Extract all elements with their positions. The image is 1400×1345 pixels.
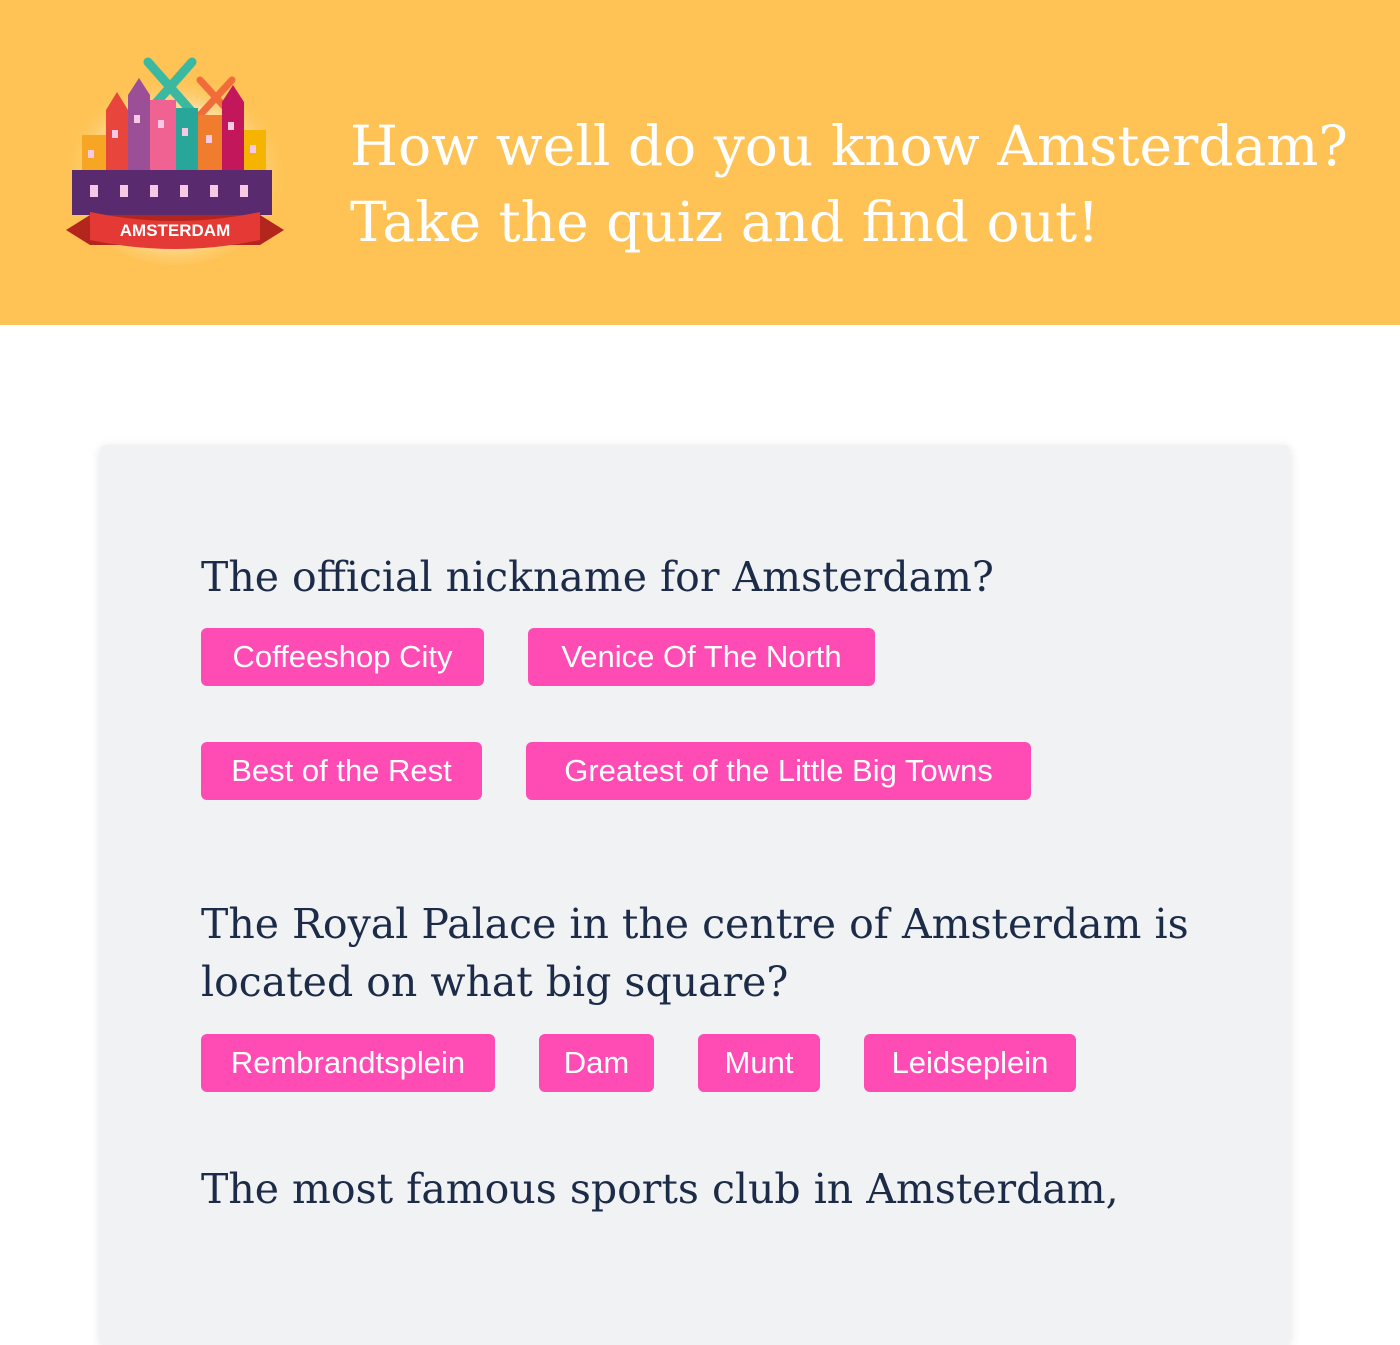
- answer-button-venice-of-the-north[interactable]: Venice Of The North: [528, 628, 875, 686]
- answer-button-best-of-the-rest[interactable]: Best of the Rest: [201, 742, 482, 800]
- page-header: AMSTERDAM How well do you know Amsterdam…: [0, 0, 1400, 325]
- answer-button-munt[interactable]: Munt: [698, 1034, 820, 1092]
- logo-text: AMSTERDAM: [120, 221, 231, 240]
- title-line-1: How well do you know Amsterdam?: [350, 114, 1348, 178]
- amsterdam-logo: AMSTERDAM: [63, 57, 287, 265]
- answer-button-leidseplein[interactable]: Leidseplein: [864, 1034, 1076, 1092]
- answer-button-greatest-of-the-little-big-towns[interactable]: Greatest of the Little Big Towns: [526, 742, 1031, 800]
- page-title: How well do you know Amsterdam? Take the…: [350, 108, 1390, 260]
- answer-button-coffeeshop-city[interactable]: Coffeeshop City: [201, 628, 484, 686]
- question-3-text: The most famous sports club in Amsterdam…: [201, 1165, 1119, 1213]
- answer-button-dam[interactable]: Dam: [539, 1034, 654, 1092]
- answer-button-rembrandtsplein[interactable]: Rembrandtsplein: [201, 1034, 495, 1092]
- question-2-text: The Royal Palace in the centre of Amster…: [201, 900, 1189, 1006]
- title-line-2: Take the quiz and find out!: [350, 190, 1100, 254]
- question-1-text: The official nickname for Amsterdam?: [201, 553, 994, 601]
